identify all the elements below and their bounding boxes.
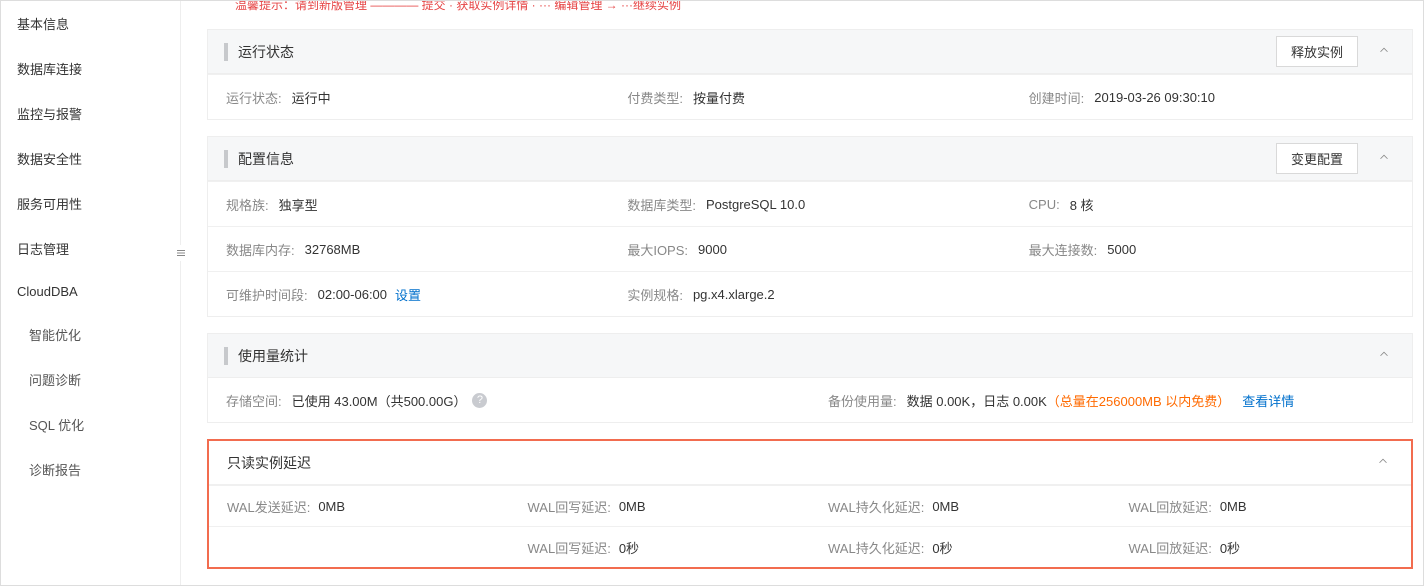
- wal-replay-sec-value: 0秒: [1220, 538, 1240, 557]
- memory-value: 32768MB: [305, 242, 361, 257]
- maintenance-set-link[interactable]: 设置: [395, 285, 421, 304]
- wal-send-label: WAL发送延迟:: [227, 497, 310, 516]
- wal-write-label: WAL回写延迟:: [528, 497, 611, 516]
- created-time-label: 创建时间:: [1029, 88, 1085, 107]
- wal-write-sec-value: 0秒: [619, 538, 639, 557]
- iops-label: 最大IOPS:: [627, 240, 688, 259]
- maintenance-window-value: 02:00-06:00: [318, 287, 387, 302]
- wal-flush-label-sec: WAL持久化延迟:: [828, 538, 924, 557]
- collapse-icon[interactable]: [1372, 347, 1396, 364]
- storage-label: 存储空间:: [226, 391, 282, 410]
- wal-flush-sec-value: 0秒: [932, 538, 952, 557]
- panel-title-config: 配置信息: [238, 149, 1268, 169]
- sidebar-item-sql-optimize[interactable]: SQL 优化: [1, 402, 180, 447]
- sidebar-item-basic-info[interactable]: 基本信息: [1, 1, 180, 46]
- spec-family-value: 独享型: [279, 195, 318, 214]
- payment-type-value: 按量付费: [693, 88, 745, 107]
- sidebar-collapse-icon[interactable]: [173, 245, 189, 261]
- sidebar-item-problem-diagnose[interactable]: 问题诊断: [1, 357, 180, 402]
- created-time-value: 2019-03-26 09:30:10: [1094, 90, 1215, 105]
- wal-send-value: 0MB: [318, 499, 345, 514]
- sidebar-item-data-security[interactable]: 数据安全性: [1, 136, 180, 181]
- panel-accent-bar: [224, 150, 228, 168]
- change-config-button[interactable]: 变更配置: [1276, 143, 1358, 174]
- spec-family-label: 规格族:: [226, 195, 269, 214]
- sidebar-item-smart-optimize[interactable]: 智能优化: [1, 312, 180, 357]
- panel-accent-bar: [224, 347, 228, 365]
- collapse-icon[interactable]: [1371, 454, 1395, 471]
- instance-spec-label: 实例规格:: [627, 285, 683, 304]
- wal-replay-mb-value: 0MB: [1220, 499, 1247, 514]
- storage-value: 已使用 43.00M（共500.00G）: [292, 391, 467, 410]
- panel-title-usage: 使用量统计: [238, 346, 1358, 366]
- panel-readonly-delay: 只读实例延迟 WAL发送延迟: 0MB WAL回写延迟: 0MB WAL持久化延…: [207, 439, 1413, 569]
- panel-usage-stats: 使用量统计 存储空间: 已使用 43.00M（共500.00G） ? 备份使用量…: [207, 333, 1413, 423]
- wal-write-label-sec: WAL回写延迟:: [528, 538, 611, 557]
- sidebar-item-db-connection[interactable]: 数据库连接: [1, 46, 180, 91]
- warning-banner: 温馨提示：请到新版管理 ———— 提交 · 获取实例详情 · ··· 编辑管理 …: [207, 1, 1413, 13]
- sidebar-item-availability[interactable]: 服务可用性: [1, 181, 180, 226]
- panel-title-delay: 只读实例延迟: [227, 453, 1357, 473]
- payment-type-label: 付费类型:: [627, 88, 683, 107]
- cpu-label: CPU:: [1029, 197, 1060, 212]
- wal-replay-label: WAL回放延迟:: [1129, 497, 1212, 516]
- run-status-value: 运行中: [292, 88, 331, 107]
- collapse-icon[interactable]: [1372, 43, 1396, 60]
- sidebar: 基本信息 数据库连接 监控与报警 数据安全性 服务可用性 日志管理 CloudD…: [1, 1, 181, 585]
- wal-replay-label-sec: WAL回放延迟:: [1129, 538, 1212, 557]
- max-conn-value: 5000: [1107, 242, 1136, 257]
- db-type-label: 数据库类型:: [627, 195, 696, 214]
- wal-flush-mb-value: 0MB: [932, 499, 959, 514]
- sidebar-item-diagnose-report[interactable]: 诊断报告: [1, 447, 180, 492]
- panel-title-run-status: 运行状态: [238, 42, 1268, 62]
- panel-run-status: 运行状态 释放实例 运行状态: 运行中 付费类型: 按量付费 创建时间: 201…: [207, 29, 1413, 120]
- memory-label: 数据库内存:: [226, 240, 295, 259]
- instance-spec-value: pg.x4.xlarge.2: [693, 287, 775, 302]
- help-icon[interactable]: ?: [472, 393, 487, 408]
- backup-usage-value: 数据 0.00K，日志 0.00K: [907, 391, 1047, 410]
- maintenance-window-label: 可维护时间段:: [226, 285, 308, 304]
- sidebar-item-monitoring[interactable]: 监控与报警: [1, 91, 180, 136]
- run-status-label: 运行状态:: [226, 88, 282, 107]
- iops-value: 9000: [698, 242, 727, 257]
- view-details-link[interactable]: 查看详情: [1242, 391, 1294, 410]
- wal-flush-label: WAL持久化延迟:: [828, 497, 924, 516]
- max-conn-label: 最大连接数:: [1029, 240, 1098, 259]
- sidebar-item-log-management[interactable]: 日志管理: [1, 226, 180, 271]
- panel-accent-bar: [224, 43, 228, 61]
- sidebar-item-clouddba[interactable]: CloudDBA: [1, 271, 180, 312]
- collapse-icon[interactable]: [1372, 150, 1396, 167]
- release-instance-button[interactable]: 释放实例: [1276, 36, 1358, 67]
- db-type-value: PostgreSQL 10.0: [706, 197, 805, 212]
- backup-usage-label: 备份使用量:: [828, 391, 897, 410]
- wal-write-mb-value: 0MB: [619, 499, 646, 514]
- cpu-value: 8 核: [1070, 195, 1094, 214]
- backup-free-note: （总量在256000MB 以内免费）: [1047, 391, 1231, 410]
- panel-config-info: 配置信息 变更配置 规格族: 独享型 数据库类型: PostgreSQL 10.…: [207, 136, 1413, 317]
